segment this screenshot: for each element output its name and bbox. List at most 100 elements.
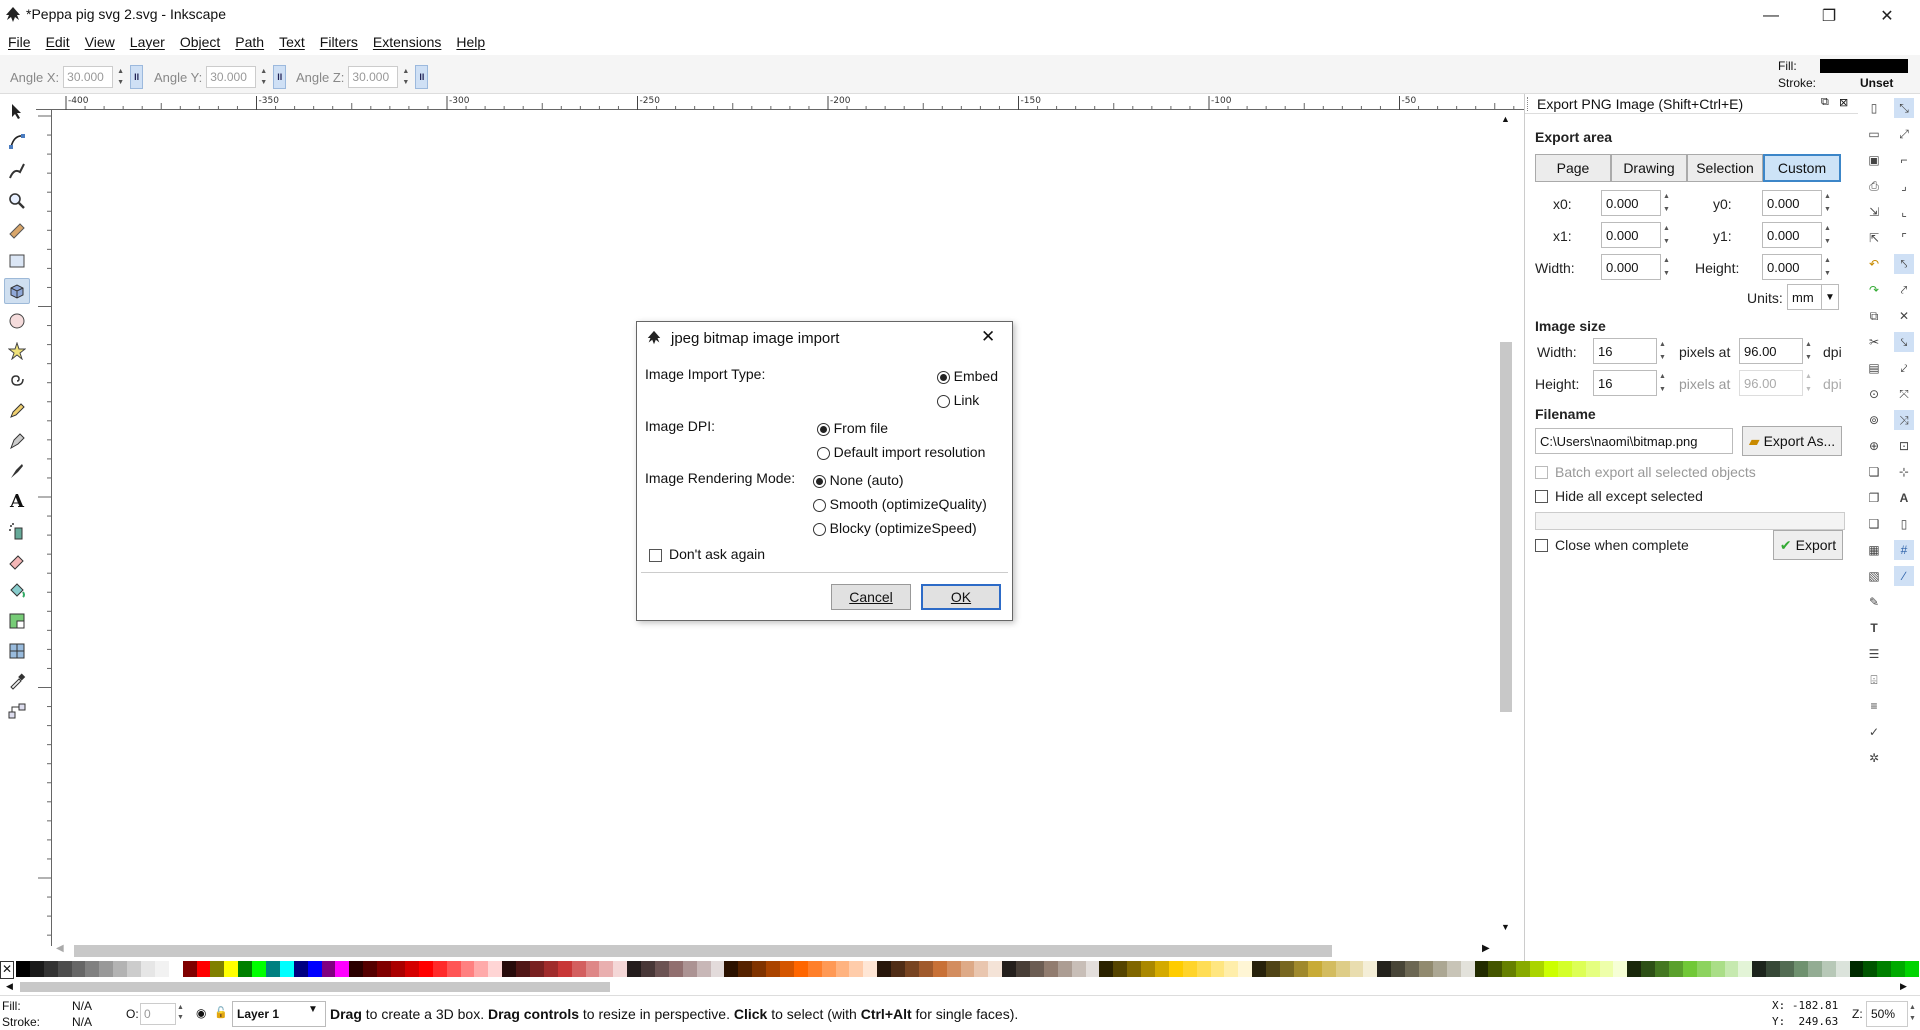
angle-x-spinner[interactable]: ▲ ▼ (117, 66, 126, 88)
palette-swatch[interactable] (1752, 961, 1767, 977)
palette-swatch[interactable] (877, 961, 892, 977)
palette-swatch[interactable] (418, 961, 433, 977)
vertical-scroll-thumb[interactable] (1500, 342, 1512, 712)
angle-y-input[interactable]: 30.000 (206, 66, 257, 88)
menu-view[interactable]: View (85, 34, 115, 50)
palette-swatch[interactable] (1085, 961, 1100, 977)
filename-input[interactable]: C:\Users\naomi\bitmap.png (1535, 428, 1733, 454)
horizontal-ruler[interactable]: -400-350-300-250-200-150-100-50050100150… (36, 94, 1794, 110)
tab-drawing[interactable]: Drawing (1611, 154, 1687, 182)
palette-swatch[interactable] (1391, 961, 1406, 977)
none-auto-option[interactable]: None (auto) (813, 472, 904, 489)
opacity-spinner[interactable]: ▲ ▼ (177, 1003, 184, 1023)
print-icon[interactable]: ⎙ (1864, 176, 1884, 196)
snap-smooth-icon[interactable]: ⤦ (1894, 358, 1914, 378)
ellipse-tool[interactable] (4, 308, 30, 334)
default-res-option[interactable]: Default import resolution (817, 444, 985, 461)
palette-swatch[interactable] (543, 961, 558, 977)
layer-dropdown-icon[interactable]: ▼ (308, 1004, 318, 1015)
text-tool[interactable]: A (4, 488, 30, 514)
palette-swatch[interactable] (168, 961, 183, 977)
snap-guide-icon[interactable]: ∕ (1894, 566, 1914, 586)
palette-swatch[interactable] (960, 961, 975, 977)
export-button[interactable]: ✔ Export (1773, 530, 1843, 560)
snap-paths-icon[interactable]: ⤤ (1894, 280, 1914, 300)
palette-swatch[interactable] (363, 961, 378, 977)
snap-others-icon[interactable]: ⤨ (1894, 410, 1914, 430)
snap-cusp-icon[interactable]: ⤥ (1894, 332, 1914, 352)
palette-swatch[interactable] (863, 961, 878, 977)
palette-swatch[interactable] (1557, 961, 1572, 977)
menu-filters[interactable]: Filters (320, 34, 358, 50)
angle-y-spinner[interactable]: ▲ ▼ (260, 66, 269, 88)
zoom-selection-icon[interactable]: ⊙ (1864, 384, 1884, 404)
spiral-tool[interactable] (4, 368, 30, 394)
cancel-button[interactable]: Cancel (831, 584, 911, 610)
palette-swatch[interactable] (1168, 961, 1183, 977)
palette-swatch[interactable] (446, 961, 461, 977)
palette-swatch[interactable] (1238, 961, 1253, 977)
palette-swatch[interactable] (1210, 961, 1225, 977)
palette-swatch[interactable] (641, 961, 655, 977)
palette-swatch[interactable] (1821, 961, 1836, 977)
palette-swatch[interactable] (182, 961, 197, 977)
palette-swatch[interactable] (335, 961, 350, 977)
status-fill-value[interactable]: N/A (72, 999, 92, 1013)
status-stroke-value[interactable]: N/A (72, 1015, 92, 1029)
menu-edit[interactable]: Edit (46, 34, 70, 50)
gradient-tool[interactable] (4, 608, 30, 634)
palette-swatch[interactable] (710, 961, 725, 977)
palette-swatch[interactable] (1099, 961, 1114, 977)
color-palette[interactable] (16, 961, 1920, 979)
palette-swatch[interactable] (1307, 961, 1322, 977)
palette-swatch[interactable] (404, 961, 419, 977)
blocky-radio[interactable] (813, 523, 826, 537)
img-height-spinner[interactable]: ▲ ▼ (1659, 370, 1669, 396)
palette-swatch[interactable] (1835, 961, 1850, 977)
zoom-tool[interactable] (4, 188, 30, 214)
palette-swatch[interactable] (932, 961, 947, 977)
palette-swatch[interactable] (682, 961, 697, 977)
unlink-clone-icon[interactable]: ❑ (1864, 514, 1884, 534)
scroll-right-icon[interactable]: ▶ (1482, 943, 1490, 954)
redo-icon[interactable]: ↷ (1864, 280, 1884, 300)
duplicate-icon[interactable]: ❏ (1864, 462, 1884, 482)
no-paint-swatch[interactable]: ✕ (0, 961, 14, 979)
xml-editor-icon[interactable]: ⌹ (1864, 670, 1884, 690)
palette-swatch[interactable] (1696, 961, 1711, 977)
copy-icon[interactable]: ⧉ (1864, 306, 1884, 326)
palette-swatch[interactable] (1863, 961, 1878, 977)
menu-path[interactable]: Path (235, 34, 264, 50)
import-icon[interactable]: ⇲ (1864, 202, 1884, 222)
palette-swatch[interactable] (1794, 961, 1808, 977)
area-width-input[interactable]: 0.000 (1601, 254, 1661, 280)
palette-swatch[interactable] (1321, 961, 1336, 977)
area-height-spinner[interactable]: ▲ ▼ (1824, 254, 1834, 280)
tab-custom[interactable]: Custom (1763, 154, 1841, 182)
opacity-input[interactable]: 0 (140, 1003, 176, 1025)
palette-swatch[interactable] (127, 961, 142, 977)
tab-page[interactable]: Page (1535, 154, 1611, 182)
palette-swatch[interactable] (57, 961, 72, 977)
menu-file[interactable]: File (8, 34, 31, 50)
style-indicator[interactable]: Fill: Stroke: Unset (1768, 55, 1920, 93)
restore-button[interactable]: ❐ (1806, 0, 1852, 31)
close-when-complete-checkbox[interactable] (1535, 539, 1548, 552)
palette-swatch[interactable] (1432, 961, 1447, 977)
angle-z-spinner[interactable]: ▲ ▼ (402, 66, 411, 88)
close-window-button[interactable]: ✕ (1864, 0, 1910, 31)
palette-swatch[interactable] (252, 961, 267, 977)
paint-bucket-tool[interactable] (4, 578, 30, 604)
palette-swatch[interactable] (1113, 961, 1128, 977)
minimize-button[interactable]: — (1748, 0, 1794, 31)
palette-swatch[interactable] (321, 961, 336, 977)
palette-scroll-left-icon[interactable]: ◀ (6, 981, 13, 992)
palette-swatch[interactable] (1196, 961, 1211, 977)
palette-swatch[interactable] (1724, 961, 1739, 977)
palette-swatch[interactable] (599, 961, 614, 977)
scroll-left-icon[interactable]: ◀ (56, 943, 64, 954)
save-icon[interactable]: ▣ (1864, 150, 1884, 170)
angle-x-vp-toggle[interactable]: ll (130, 65, 144, 89)
snap-bbox-edge-icon[interactable]: ⌐ (1894, 150, 1914, 170)
palette-swatch[interactable] (1641, 961, 1656, 977)
